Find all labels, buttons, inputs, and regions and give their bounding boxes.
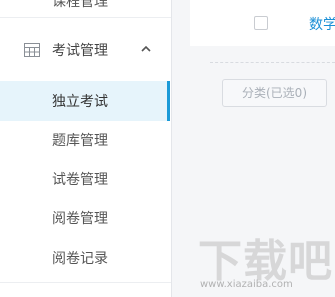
sidebar: 课程管理 考试管理 独立考试 题库管理 试卷管理 阅卷管理 阅卷记录	[0, 0, 172, 297]
active-indicator	[167, 81, 170, 121]
watermark-url: www.xiazaiba.com	[200, 279, 293, 290]
watermark-logo: 下载吧 www.xiazaiba.com	[190, 225, 335, 297]
sidebar-item-label: 独立考试	[52, 94, 108, 110]
sidebar-item-label: 阅卷管理	[52, 211, 108, 227]
chevron-up-icon[interactable]	[141, 45, 151, 53]
table-column-header[interactable]: 数学	[309, 14, 335, 34]
sidebar-item-independent-exam[interactable]: 独立考试	[0, 81, 170, 121]
sidebar-divider	[0, 282, 171, 283]
sidebar-item-grading-records[interactable]: 阅卷记录	[0, 238, 170, 278]
sidebar-item-label: 阅卷记录	[52, 251, 108, 267]
dashed-divider	[210, 62, 335, 63]
sidebar-item-label: 试卷管理	[52, 172, 108, 188]
sidebar-item-course-management[interactable]: 课程管理	[52, 0, 108, 11]
sidebar-item-label: 题库管理	[52, 133, 108, 149]
sidebar-group-label: 考试管理	[52, 43, 108, 59]
sidebar-item-question-bank[interactable]: 题库管理	[0, 120, 170, 160]
sidebar-item-grading-management[interactable]: 阅卷管理	[0, 198, 170, 238]
grid-table-icon	[24, 43, 40, 57]
select-all-checkbox[interactable]	[254, 16, 268, 30]
sidebar-item-paper-management[interactable]: 试卷管理	[0, 159, 170, 199]
sidebar-group-exam-management[interactable]: 考试管理	[0, 30, 171, 70]
category-filter-button[interactable]: 分类(已选0)	[222, 79, 327, 107]
sidebar-divider	[0, 17, 171, 18]
